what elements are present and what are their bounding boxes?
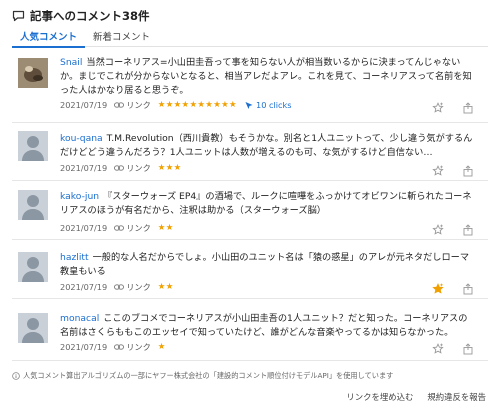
comment-item: hazlitt 一般的な人名だからでしょ。小山田のユニット名は「猿の惑星」のアレが… bbox=[12, 242, 488, 299]
comment-link[interactable]: リンク bbox=[114, 99, 151, 111]
comment-meta: 2021/07/19 リンク ★★ bbox=[60, 222, 174, 234]
share-icon[interactable] bbox=[462, 224, 474, 236]
star-rating: ★★★ bbox=[157, 163, 182, 173]
comment-username[interactable]: Snail bbox=[60, 57, 82, 68]
link-icon bbox=[114, 344, 125, 350]
share-icon[interactable] bbox=[462, 102, 474, 114]
comment-date: 2021/07/19 bbox=[60, 163, 108, 173]
link-icon bbox=[114, 284, 125, 290]
comment-date: 2021/07/19 bbox=[60, 223, 108, 233]
comment-text: Snail 当然コーネリアス=小山田圭吾って事を知らない人が相当数いるからに決まっ… bbox=[60, 57, 472, 96]
add-star-icon[interactable] bbox=[432, 343, 444, 355]
add-star-icon[interactable] bbox=[432, 165, 444, 177]
comment-text: hazlitt 一般的な人名だからでしょ。小山田のユニット名は「猿の惑星」のアレが… bbox=[60, 252, 470, 277]
click-count: 10 clicks bbox=[244, 100, 292, 110]
embed-link[interactable]: リンクを埋め込む bbox=[346, 391, 413, 403]
comment-tabs: 人気コメント 新着コメント bbox=[12, 30, 488, 48]
comment-text: monacal ここのブコメでコーネリアスが小山田圭吾の1人ユニット？だと知った。… bbox=[60, 313, 468, 338]
comment-text: kou-qana T.M.Revolution（西川貴教）もそうかな。別名と1人ユ… bbox=[60, 133, 473, 158]
comment-username[interactable]: kou-qana bbox=[60, 133, 103, 144]
comments-title: 記事へのコメント38件 bbox=[30, 9, 150, 23]
comment-meta: 2021/07/19 リンク ★ bbox=[60, 341, 166, 353]
comment-meta: 2021/07/19 リンク ★★★★★★★★★★ 10 clicks bbox=[60, 99, 292, 111]
share-icon[interactable] bbox=[462, 343, 474, 355]
star-rating: ★★ bbox=[157, 223, 174, 233]
star-rating: ★ bbox=[157, 342, 166, 352]
avatar[interactable] bbox=[18, 313, 48, 343]
comment-username[interactable]: kako-jun bbox=[60, 191, 99, 202]
added-star-icon[interactable] bbox=[432, 283, 444, 295]
avatar[interactable] bbox=[18, 252, 48, 282]
comment-item: kou-qana T.M.Revolution（西川貴教）もそうかな。別名と1人ユ… bbox=[12, 125, 488, 181]
comment-item: monacal ここのブコメでコーネリアスが小山田圭吾の1人ユニット？だと知った。… bbox=[12, 301, 488, 361]
comment-meta: 2021/07/19 リンク ★★★ bbox=[60, 162, 182, 174]
comment-date: 2021/07/19 bbox=[60, 100, 108, 110]
share-icon[interactable] bbox=[462, 283, 474, 295]
tab-newest[interactable]: 新着コメント bbox=[85, 30, 158, 47]
avatar[interactable] bbox=[18, 131, 48, 161]
comment-meta: 2021/07/19 リンク ★★ bbox=[60, 281, 174, 293]
comment-item: Snail 当然コーネリアス=小山田圭吾って事を知らない人が相当数いるからに決まっ… bbox=[12, 52, 488, 123]
comment-username[interactable]: monacal bbox=[60, 313, 99, 324]
speech-bubble-icon bbox=[12, 10, 25, 22]
add-star-icon[interactable] bbox=[432, 224, 444, 236]
avatar[interactable] bbox=[18, 58, 48, 88]
footer-links: リンクを埋め込む 規約違反を報告 bbox=[346, 391, 486, 403]
comment-date: 2021/07/19 bbox=[60, 282, 108, 292]
comment-date: 2021/07/19 bbox=[60, 342, 108, 352]
tab-popular[interactable]: 人気コメント bbox=[12, 30, 86, 48]
comment-link[interactable]: リンク bbox=[114, 341, 151, 353]
info-icon bbox=[12, 372, 20, 380]
share-icon[interactable] bbox=[462, 165, 474, 177]
algorithm-note: 人気コメント算出アルゴリズムの一部にヤフー株式会社の「建設的コメント順位付けモデ… bbox=[12, 371, 393, 381]
star-rating: ★★★★★★★★★★ bbox=[157, 100, 237, 110]
comment-text: kako-jun 『スターウォーズ EP4』の酒場で、ルークに喧嘩をふっかけてオビ… bbox=[60, 191, 472, 216]
avatar[interactable] bbox=[18, 190, 48, 220]
comment-username[interactable]: hazlitt bbox=[60, 252, 89, 263]
link-icon bbox=[114, 165, 125, 171]
star-rating: ★★ bbox=[157, 282, 174, 292]
comment-link[interactable]: リンク bbox=[114, 222, 151, 234]
comments-header: 記事へのコメント38件 bbox=[12, 8, 150, 24]
comment-link[interactable]: リンク bbox=[114, 162, 151, 174]
link-icon bbox=[114, 225, 125, 231]
comment-item: kako-jun 『スターウォーズ EP4』の酒場で、ルークに喧嘩をふっかけてオビ… bbox=[12, 183, 488, 240]
clicks-icon bbox=[245, 101, 253, 109]
report-link[interactable]: 規約違反を報告 bbox=[427, 391, 486, 403]
link-icon bbox=[114, 102, 125, 108]
comment-link[interactable]: リンク bbox=[114, 281, 151, 293]
add-star-icon[interactable] bbox=[432, 102, 444, 114]
